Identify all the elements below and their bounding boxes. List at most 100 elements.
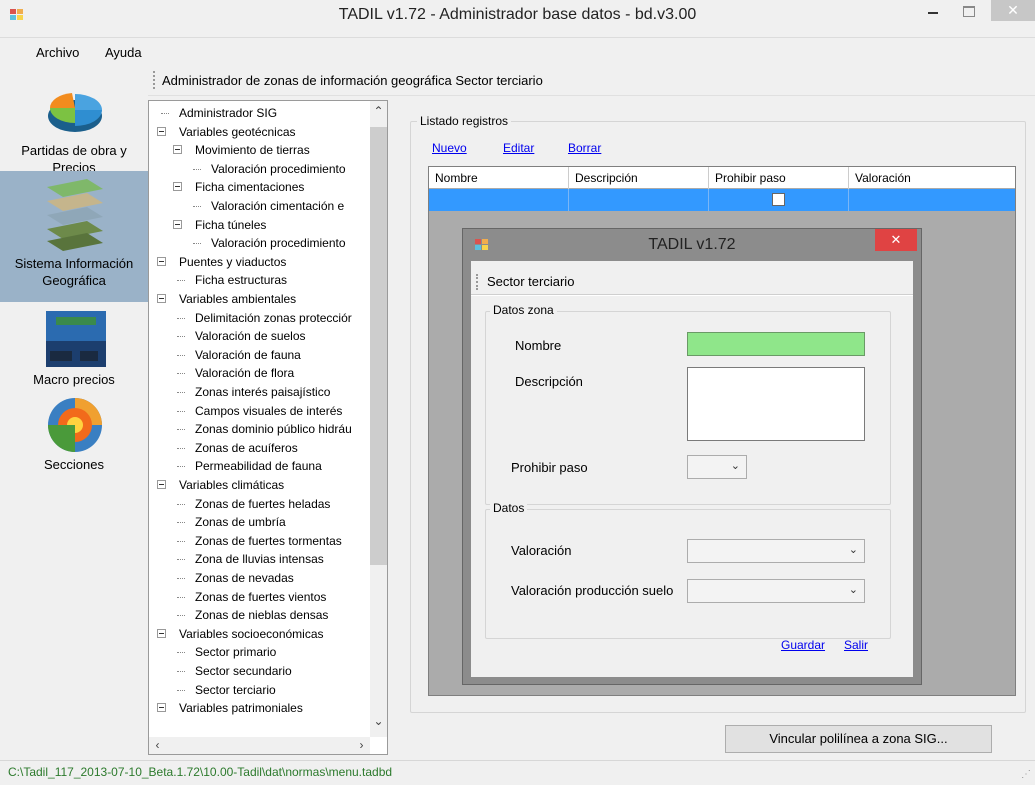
- sidebar-item-macro[interactable]: Macro precios: [0, 309, 148, 389]
- tree-connector: [177, 522, 185, 524]
- tree-node[interactable]: Variables climáticas: [179, 476, 284, 494]
- prohibir-paso-checkbox[interactable]: [772, 193, 785, 206]
- descripcion-textarea[interactable]: [687, 367, 865, 441]
- scroll-left-icon[interactable]: ‹: [149, 737, 166, 754]
- tree-node[interactable]: Administrador SIG: [179, 104, 277, 122]
- tree-node[interactable]: Valoración cimentación e: [211, 197, 344, 215]
- collapse-icon[interactable]: [157, 628, 166, 638]
- menu-archivo[interactable]: Archivo: [36, 45, 79, 60]
- tree-node[interactable]: Zonas interés paisajístico: [195, 383, 330, 401]
- tree-connector: [177, 540, 185, 542]
- scroll-down-icon[interactable]: ⌄: [370, 713, 387, 730]
- column-header-valoracion[interactable]: Valoración: [849, 167, 1015, 189]
- tree-node[interactable]: Zonas de fuertes heladas: [195, 495, 330, 513]
- borrar-link[interactable]: Borrar: [568, 141, 601, 155]
- tree-node[interactable]: Variables patrimoniales: [179, 699, 303, 717]
- vincular-polilinea-button[interactable]: Vincular polilínea a zona SIG...: [725, 725, 992, 753]
- sidebar-item-secciones[interactable]: Secciones: [0, 394, 148, 474]
- tree-node[interactable]: Sector terciario: [195, 681, 276, 699]
- tree-node[interactable]: Valoración de suelos: [195, 327, 306, 345]
- collapse-icon[interactable]: [157, 126, 166, 136]
- cell-descripcion[interactable]: [569, 189, 709, 211]
- sidebar-item-partidas[interactable]: Partidas de obra y Precios: [0, 76, 148, 175]
- maximize-button[interactable]: [955, 0, 981, 21]
- chevron-down-icon: ⌄: [730, 460, 740, 472]
- nombre-input[interactable]: [687, 332, 865, 356]
- cell-nombre[interactable]: [429, 189, 569, 211]
- size-grip-icon[interactable]: ⋰: [1021, 769, 1031, 780]
- tree-connector: [177, 466, 185, 468]
- prohibir-paso-select[interactable]: ⌄: [687, 455, 747, 479]
- column-header-prohibir-paso[interactable]: Prohibir paso: [709, 167, 849, 189]
- tree-node[interactable]: Ficha estructuras: [195, 271, 287, 289]
- tree-node[interactable]: Movimiento de tierras: [195, 141, 310, 159]
- close-button[interactable]: ✕: [991, 0, 1035, 21]
- window-title: TADIL v1.72 - Administrador base datos -…: [338, 6, 697, 23]
- sidebar-item-sig[interactable]: Sistema Información Geográfica: [0, 171, 148, 302]
- cell-prohibir-paso[interactable]: [709, 189, 849, 211]
- toolstrip-grip[interactable]: [153, 71, 156, 89]
- tree-node[interactable]: Zonas de acuíferos: [195, 439, 298, 457]
- tree-node[interactable]: Variables ambientales: [179, 290, 296, 308]
- highway-sign-icon: [46, 311, 106, 367]
- scrollbar-thumb[interactable]: [370, 127, 387, 565]
- minimize-button[interactable]: [920, 0, 946, 21]
- scroll-up-icon[interactable]: ⌃: [370, 103, 387, 120]
- tree-node[interactable]: Valoración procedimiento: [211, 234, 346, 252]
- editar-link[interactable]: Editar: [503, 141, 534, 155]
- collapse-icon[interactable]: [157, 294, 166, 303]
- tree-node[interactable]: Puentes y viaductos: [179, 253, 286, 271]
- menu-ayuda[interactable]: Ayuda: [105, 45, 142, 60]
- sidebar-item-label: Macro precios: [33, 372, 115, 387]
- salir-link[interactable]: Salir: [844, 638, 868, 652]
- tree-node[interactable]: Sector secundario: [195, 662, 292, 680]
- tree-node[interactable]: Zona de lluvias intensas: [195, 550, 324, 568]
- descripcion-label: Descripción: [515, 374, 583, 389]
- tree-view[interactable]: Administrador SIG Variables geotécnicas Mo…: [148, 100, 388, 755]
- status-path: C:\Tadil_117_2013-07-10_Beta.1.72\10.00-…: [8, 765, 393, 779]
- tree-node[interactable]: Zonas de umbría: [195, 513, 286, 531]
- tree-node[interactable]: Delimitación zonas protecciór: [195, 309, 352, 327]
- dialog-toolstrip-grip[interactable]: [476, 274, 479, 290]
- table-row[interactable]: [429, 189, 1015, 211]
- column-header-nombre[interactable]: Nombre: [429, 167, 569, 189]
- tree-connector: [177, 671, 185, 672]
- collapse-icon[interactable]: [157, 480, 166, 489]
- listado-title: Listado registros: [417, 114, 512, 128]
- column-header-descripcion[interactable]: Descripción: [569, 167, 709, 189]
- valoracion-select[interactable]: ⌄: [687, 539, 865, 563]
- tree-node[interactable]: Zonas de nieblas densas: [195, 606, 328, 624]
- tree-node[interactable]: Valoración procedimiento: [211, 160, 346, 178]
- tree-node[interactable]: Zonas de fuertes tormentas: [195, 532, 342, 550]
- tree-node[interactable]: Zonas dominio público hidráu: [195, 420, 352, 438]
- tree-node[interactable]: Sector primario: [195, 643, 276, 661]
- tree-node[interactable]: Zonas de fuertes vientos: [195, 588, 326, 606]
- cell-valoracion[interactable]: [849, 189, 1015, 211]
- tree-connector: [177, 559, 185, 561]
- tree-node[interactable]: Campos visuales de interés: [195, 402, 342, 420]
- collapse-icon[interactable]: [173, 182, 182, 192]
- tree-node[interactable]: Permeabilidad de fauna: [195, 457, 322, 475]
- collapse-icon[interactable]: [173, 219, 182, 229]
- scroll-right-icon[interactable]: ›: [353, 737, 370, 754]
- datos-group: Datos: [485, 501, 891, 639]
- collapse-icon[interactable]: [173, 145, 182, 155]
- tree-node[interactable]: Variables geotécnicas: [179, 123, 296, 141]
- tree-node[interactable]: Zonas de nevadas: [195, 569, 294, 587]
- tree-node[interactable]: Ficha túneles: [195, 216, 266, 234]
- tree-node[interactable]: Valoración de flora: [195, 364, 294, 382]
- guardar-link[interactable]: Guardar: [781, 638, 825, 652]
- tree-node[interactable]: Variables socioeconómicas: [179, 625, 324, 643]
- tree-horizontal-scrollbar[interactable]: ‹ ›: [149, 737, 370, 754]
- valoracion-suelo-select[interactable]: ⌄: [687, 579, 865, 603]
- collapse-icon[interactable]: [157, 256, 166, 266]
- tree-connector: [177, 410, 185, 412]
- collapse-icon[interactable]: [157, 703, 166, 713]
- tree-connector: [177, 392, 185, 393]
- dialog-close-button[interactable]: ✕: [875, 229, 917, 251]
- nuevo-link[interactable]: Nuevo: [432, 141, 467, 155]
- tree-vertical-scrollbar[interactable]: ⌃ ⌄: [370, 101, 387, 737]
- tree-node[interactable]: Ficha cimentaciones: [195, 178, 304, 196]
- tree-connector: [177, 652, 185, 654]
- tree-node[interactable]: Valoración de fauna: [195, 346, 301, 364]
